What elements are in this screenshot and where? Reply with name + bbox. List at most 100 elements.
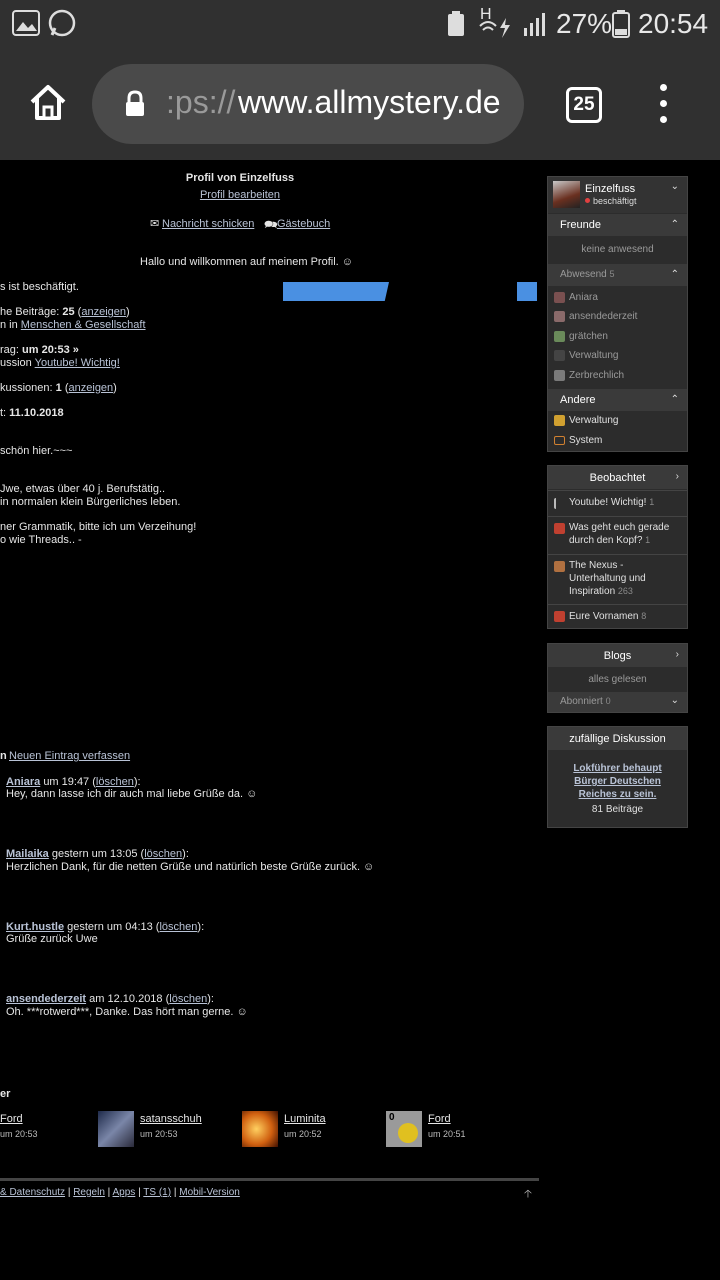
visitor-name-link[interactable]: Ford: [0, 1113, 23, 1125]
system-envelope-icon: [554, 435, 565, 445]
entry-author-link[interactable]: Kurt.hustle: [6, 921, 64, 933]
chevron-right-icon: ›: [675, 649, 679, 660]
delete-link[interactable]: löschen: [169, 993, 207, 1005]
entry-author-link[interactable]: Aniara: [6, 776, 40, 788]
other-header[interactable]: Andere ⌃: [548, 389, 687, 411]
chevron-right-icon: ›: [675, 471, 679, 482]
last-discussion-line: ussion Youtube! Wichtig!: [0, 357, 120, 369]
profile-content: Profil von Einzelfuss Profil bearbeiten …: [0, 160, 540, 1280]
away-header[interactable]: Abwesend 5 ⌃: [548, 264, 687, 286]
avatar[interactable]: [98, 1111, 134, 1147]
watched-item[interactable]: Eure Vornamen 8: [548, 604, 687, 629]
about-line: in normalen klein Bürgerliches leben.: [0, 496, 181, 508]
delete-link[interactable]: löschen: [144, 848, 182, 860]
other-item[interactable]: System: [548, 435, 687, 446]
avatar: [554, 370, 565, 381]
delete-link[interactable]: löschen: [159, 921, 197, 933]
discussions-link[interactable]: anzeigen: [69, 382, 114, 394]
avatar: [554, 331, 565, 342]
menu-dot-icon: [660, 84, 667, 91]
random-discussion-panel: zufällige Diskussion Lokführer behaupt B…: [547, 726, 688, 828]
scroll-top-icon[interactable]: 🡡: [524, 1185, 532, 1204]
visitor-name-link[interactable]: Luminita: [284, 1113, 326, 1125]
status-line: s ist beschäftigt.: [0, 281, 79, 293]
away-friend-item[interactable]: Aniara: [548, 292, 687, 303]
posts-link[interactable]: anzeigen: [81, 306, 126, 318]
status-bar: H 27% 20:54: [0, 0, 720, 48]
away-friend-item[interactable]: ansendederzeit: [548, 311, 687, 322]
entry-author-link[interactable]: Mailaika: [6, 848, 49, 860]
privacy-link[interactable]: & Datenschutz: [0, 1187, 65, 1198]
page-title: Profil von Einzelfuss: [185, 172, 295, 184]
friends-panel: Einzelfuss beschäftigt ⌄ Freunde ⌃ keine…: [547, 176, 688, 452]
watched-item[interactable]: The Nexus - Unterhaltung und Inspiration…: [548, 554, 687, 603]
edit-profile-link[interactable]: Profil bearbeiten: [140, 189, 340, 201]
avatar: [554, 292, 565, 303]
subscribed-header[interactable]: Abonniert 0 ⌄: [548, 692, 687, 712]
tab-switcher-button[interactable]: 25: [566, 87, 602, 123]
new-entry-link[interactable]: Neuen Eintrag verfassen: [9, 750, 130, 762]
busy-status-icon: [585, 198, 590, 203]
watched-header[interactable]: Beobachtet ›: [548, 466, 687, 489]
random-discussion-link[interactable]: Lokführer behaupt Bürger Deutschen Reich…: [556, 762, 679, 801]
watched-panel: Beobachtet › Youtube! Wichtig! 1 Was geh…: [547, 465, 688, 629]
status-bar-end: [517, 282, 537, 301]
gallery-icon: [12, 10, 40, 36]
friends-header[interactable]: Freunde ⌃: [548, 214, 687, 236]
delete-link[interactable]: löschen: [96, 776, 134, 788]
visitor-time: um 20:51: [428, 1129, 466, 1139]
ts-link[interactable]: TS (1): [143, 1187, 171, 1198]
avatar[interactable]: [242, 1111, 278, 1147]
guestbook-entry-text: Herzlichen Dank, für die netten Grüße un…: [6, 861, 375, 873]
about-line: o wie Threads.. -: [0, 534, 82, 546]
envelope-icon: ✉: [150, 218, 160, 230]
apps-link[interactable]: Apps: [113, 1187, 136, 1198]
avatar: [554, 350, 565, 361]
discussion-icon: [554, 611, 565, 622]
browser-toolbar: :ps:// www.allmystery.de 25: [0, 48, 720, 160]
blogs-header[interactable]: Blogs ›: [548, 644, 687, 667]
wifi-icon: [479, 18, 510, 38]
guestbook-entry-header: Kurt.hustle gestern um 04:13 (löschen):: [6, 921, 205, 933]
away-friend-item[interactable]: Zerbrechlich: [548, 370, 687, 381]
chevron-down-icon[interactable]: ⌄: [671, 181, 679, 192]
away-friend-item[interactable]: Verwaltung: [548, 350, 687, 361]
visitor-name-link[interactable]: Ford: [428, 1113, 451, 1125]
menu-dot-icon: [660, 116, 667, 123]
entry-author-link[interactable]: ansendederzeit: [6, 993, 86, 1005]
other-item[interactable]: Verwaltung: [548, 415, 687, 426]
random-discussion-header: zufällige Diskussion: [548, 727, 687, 750]
category-link[interactable]: Menschen & Gesellschaft: [21, 319, 146, 331]
avatar: [554, 311, 565, 322]
away-friend-item[interactable]: grätchen: [548, 331, 687, 342]
discussions-line: kussionen: 1 (anzeigen): [0, 382, 117, 394]
send-message-link[interactable]: Nachricht schicken: [162, 218, 254, 230]
discussion-icon: [554, 561, 565, 572]
user-status: beschäftigt: [593, 196, 637, 206]
about-line: ner Grammatik, bitte ich um Verzeihung!: [0, 521, 197, 533]
visitor-name-link[interactable]: satansschuh: [140, 1113, 202, 1125]
avatar[interactable]: [553, 181, 580, 208]
last-discussion-link[interactable]: Youtube! Wichtig!: [35, 357, 120, 369]
discussion-icon: [554, 523, 565, 534]
url-bar[interactable]: :ps:// www.allmystery.de: [92, 64, 524, 144]
whatsapp-icon: [48, 9, 76, 37]
chevron-up-icon: ⌃: [670, 394, 679, 405]
guestbook-entry-text: Grüße zurück Uwe: [6, 933, 98, 945]
mobile-version-link[interactable]: Mobil-Version: [179, 1187, 240, 1198]
menu-dot-icon: [660, 100, 667, 107]
guestbook-link[interactable]: Gästebuch: [277, 218, 330, 230]
menu-button[interactable]: [650, 84, 678, 124]
last-post-line: rag: um 20:53 »: [0, 344, 79, 356]
blogs-panel: Blogs › alles gelesen Abonniert 0 ⌄: [547, 643, 688, 713]
rules-link[interactable]: Regeln: [73, 1187, 105, 1198]
watched-item[interactable]: Youtube! Wichtig! 1: [548, 490, 687, 515]
avatar[interactable]: 0: [386, 1111, 422, 1147]
guestbook-entry-header: Aniara um 19:47 (löschen):: [6, 776, 141, 788]
user-card[interactable]: Einzelfuss beschäftigt ⌄: [548, 177, 687, 213]
posts-category-line: n in Menschen & Gesellschaft: [0, 319, 146, 331]
watched-item[interactable]: Was geht euch gerade durch den Kopf? 1: [548, 516, 687, 553]
about-line: schön hier.~~~: [0, 445, 73, 457]
footer-links: & Datenschutz | Regeln | Apps | TS (1) |…: [0, 1187, 240, 1198]
home-icon[interactable]: [28, 82, 68, 122]
